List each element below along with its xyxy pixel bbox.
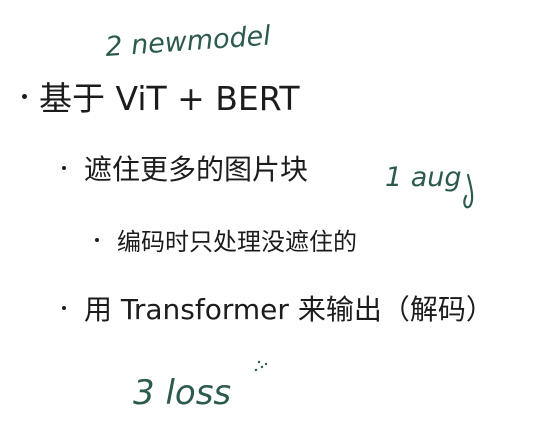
handwritten-note-aug: 1 aug [385,162,462,193]
handwriting-layer: 2 newmodel 1 aug 3 loss [104,20,474,413]
handwriting-dots [254,360,268,372]
handwriting-stroke [463,173,474,209]
slide: 基于 ViT + BERT 遮住更多的图片块 编码时只处理没遮住的 用 Tran… [0,0,555,440]
handwritten-note-newmodel: 2 newmodel [104,20,272,63]
handwritten-note-loss: 3 loss [133,373,231,413]
